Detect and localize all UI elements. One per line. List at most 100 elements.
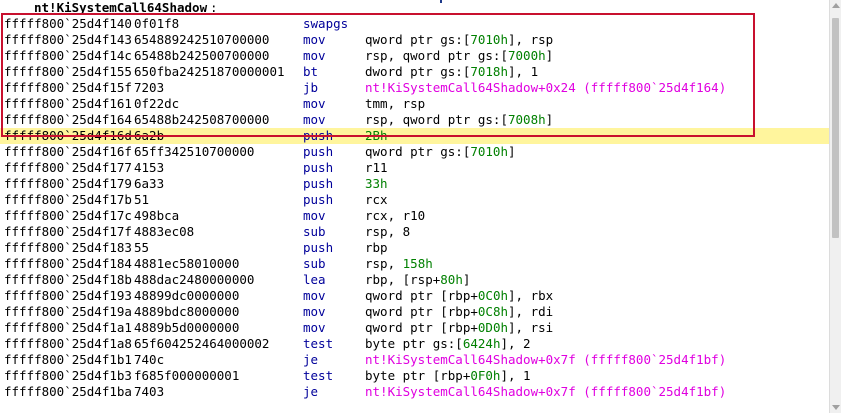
instruction-address: fffff800`25d4f18b bbox=[4, 272, 132, 287]
operand-text: ] bbox=[508, 144, 516, 159]
operand-text: qword ptr [rbp+ bbox=[365, 304, 478, 319]
instruction-operands: r11 bbox=[365, 160, 388, 176]
operand-text: rbp bbox=[365, 240, 388, 255]
instruction-line[interactable]: fffff800`25d4f193 48899dc0000000 mov qword … bbox=[0, 288, 829, 304]
instruction-line[interactable]: fffff800`25d4f15f 7203 jb nt!KiSystemCall64… bbox=[0, 80, 829, 96]
instruction-operands: nt!KiSystemCall64Shadow+0x24 (fffff800`2… bbox=[365, 80, 726, 96]
instruction-line[interactable]: fffff800`25d4f14c 65488b242500700000 mov rs… bbox=[0, 48, 829, 64]
scroll-up-arrow-icon[interactable] bbox=[832, 3, 840, 8]
instruction-line[interactable]: fffff800`25d4f164 65488b242508700000 mov rs… bbox=[0, 112, 829, 128]
instruction-line[interactable]: fffff800`25d4f155 650fba24251870000001 bt d… bbox=[0, 64, 829, 80]
instruction-address: fffff800`25d4f179 bbox=[4, 176, 132, 191]
instruction-bytes: 51 bbox=[134, 192, 150, 207]
instruction-address: fffff800`25d4f14c bbox=[4, 48, 132, 63]
instruction-mnemonic: test bbox=[303, 368, 334, 383]
operand-immediate: 6424h bbox=[462, 336, 501, 351]
operand-text: r11 bbox=[365, 160, 388, 175]
instruction-line[interactable]: fffff800`25d4f19a 4889bdc8000000 mov qword … bbox=[0, 304, 829, 320]
instruction-line[interactable]: fffff800`25d4f1b3 f685f000000001 test byte … bbox=[0, 368, 829, 384]
operand-immediate: 0F0h bbox=[470, 368, 501, 383]
instruction-bytes: 7203 bbox=[134, 80, 165, 95]
function-label-colon: : bbox=[210, 0, 218, 15]
caret-marker bbox=[440, 0, 442, 3]
instruction-bytes: 650fba24251870000001 bbox=[134, 64, 285, 79]
instruction-operands: rbp bbox=[365, 240, 388, 256]
scroll-down-arrow-icon[interactable] bbox=[832, 405, 840, 410]
instruction-line[interactable]: fffff800`25d4f183 55 push rbp bbox=[0, 240, 829, 256]
instruction-bytes: 4153 bbox=[134, 160, 165, 175]
instruction-mnemonic: mov bbox=[303, 112, 326, 127]
disassembly-lines: fffff800`25d4f140 0f01f8 swapgs fffff800`25… bbox=[0, 16, 829, 400]
instruction-operands: qword ptr [rbp+0C8h], rdi bbox=[365, 304, 553, 320]
instruction-mnemonic: push bbox=[303, 160, 334, 175]
instruction-address: fffff800`25d4f16f bbox=[4, 144, 132, 159]
instruction-mnemonic: jb bbox=[303, 80, 319, 95]
instruction-bytes: 4889bdc8000000 bbox=[134, 304, 240, 319]
instruction-address: fffff800`25d4f16d bbox=[4, 128, 132, 143]
instruction-address: fffff800`25d4f177 bbox=[4, 160, 132, 175]
instruction-mnemonic: mov bbox=[303, 208, 326, 223]
instruction-mnemonic: mov bbox=[303, 48, 326, 63]
instruction-operands: qword ptr [rbp+0D0h], rsi bbox=[365, 320, 553, 336]
instruction-address: fffff800`25d4f1ba bbox=[4, 384, 132, 399]
instruction-mnemonic: push bbox=[303, 144, 334, 159]
instruction-line[interactable]: fffff800`25d4f184 4881ec58010000 sub rsp, 1… bbox=[0, 256, 829, 272]
instruction-mnemonic: bt bbox=[303, 64, 319, 79]
instruction-line[interactable]: fffff800`25d4f18b 488dac2480000000 lea rbp,… bbox=[0, 272, 829, 288]
instruction-line[interactable]: fffff800`25d4f1ba 7403 je nt!KiSystemCall64… bbox=[0, 384, 829, 400]
instruction-bytes: 4889b5d0000000 bbox=[134, 320, 240, 335]
instruction-line[interactable]: fffff800`25d4f1a8 65f604252464000002 test b… bbox=[0, 336, 829, 352]
instruction-address: fffff800`25d4f155 bbox=[4, 64, 132, 79]
instruction-bytes: 65488b242508700000 bbox=[134, 112, 270, 127]
instruction-line[interactable]: fffff800`25d4f1a1 4889b5d0000000 mov qword … bbox=[0, 320, 829, 336]
instruction-address: fffff800`25d4f161 bbox=[4, 96, 132, 111]
instruction-address: fffff800`25d4f183 bbox=[4, 240, 132, 255]
disassembly-view[interactable]: nt!KiSystemCall64Shadow : fffff800`25d4f… bbox=[0, 0, 829, 413]
instruction-bytes: 4883ec08 bbox=[134, 224, 195, 239]
instruction-line[interactable]: fffff800`25d4f17b 51 push rcx bbox=[0, 192, 829, 208]
instruction-line[interactable]: fffff800`25d4f17c 498bca mov rcx, r10 bbox=[0, 208, 829, 224]
instruction-mnemonic: swapgs bbox=[303, 16, 349, 31]
scroll-thumb[interactable] bbox=[832, 18, 839, 238]
instruction-mnemonic: je bbox=[303, 352, 319, 367]
instruction-operands: 33h bbox=[365, 176, 388, 192]
instruction-mnemonic: sub bbox=[303, 224, 326, 239]
instruction-line[interactable]: fffff800`25d4f17f 4883ec08 sub rsp, 8 bbox=[0, 224, 829, 240]
operand-text: qword ptr [rbp+ bbox=[365, 288, 478, 303]
instruction-operands: qword ptr [rbp+0C0h], rbx bbox=[365, 288, 553, 304]
operand-immediate: 158h bbox=[402, 256, 433, 271]
instruction-address: fffff800`25d4f15f bbox=[4, 80, 132, 95]
instruction-line[interactable]: fffff800`25d4f177 4153 push r11 bbox=[0, 160, 829, 176]
operand-text: ] bbox=[462, 272, 471, 287]
operand-text: ] bbox=[545, 48, 554, 63]
operand-text: qword ptr gs:[ bbox=[365, 144, 471, 159]
operand-immediate: 0D0h bbox=[477, 320, 508, 335]
instruction-line[interactable]: fffff800`25d4f179 6a33 push 33h bbox=[0, 176, 829, 192]
operand-symbol-link[interactable]: nt!KiSystemCall64Shadow+0x7f (fffff800`2… bbox=[365, 384, 726, 399]
operand-text: ], rdi bbox=[508, 304, 554, 319]
instruction-operands: rcx bbox=[365, 192, 388, 208]
instruction-address: fffff800`25d4f1b1 bbox=[4, 352, 132, 367]
instruction-address: fffff800`25d4f17b bbox=[4, 192, 132, 207]
operand-immediate: 33h bbox=[365, 176, 388, 191]
operand-text: rsp, bbox=[365, 256, 403, 271]
instruction-mnemonic: push bbox=[303, 240, 334, 255]
instruction-mnemonic: push bbox=[303, 128, 334, 143]
operand-text: qword ptr [rbp+ bbox=[365, 320, 478, 335]
operand-text: qword ptr gs:[ bbox=[365, 32, 471, 47]
operand-text: tmm, rsp bbox=[365, 96, 426, 111]
operand-immediate: 7008h bbox=[508, 112, 546, 127]
operand-text: byte ptr gs:[ bbox=[365, 336, 463, 351]
operand-symbol-link[interactable]: nt!KiSystemCall64Shadow+0x24 (fffff800`2… bbox=[365, 80, 726, 95]
instruction-line[interactable]: fffff800`25d4f140 0f01f8 swapgs bbox=[0, 16, 829, 32]
instruction-line[interactable]: fffff800`25d4f16f 65ff342510700000 push qwo… bbox=[0, 144, 829, 160]
instruction-line[interactable]: fffff800`25d4f1b1 740c je nt!KiSystemCall64… bbox=[0, 352, 829, 368]
instruction-line[interactable]: fffff800`25d4f161 0f22dc mov tmm, rsp bbox=[0, 96, 829, 112]
operand-symbol-link[interactable]: nt!KiSystemCall64Shadow+0x7f (fffff800`2… bbox=[365, 352, 726, 367]
instruction-line[interactable]: fffff800`25d4f143 654889242510700000 mov qw… bbox=[0, 32, 829, 48]
vertical-scrollbar[interactable] bbox=[829, 0, 841, 413]
instruction-address: fffff800`25d4f1a8 bbox=[4, 336, 132, 351]
instruction-operands: nt!KiSystemCall64Shadow+0x7f (fffff800`2… bbox=[365, 384, 726, 400]
instruction-operands: byte ptr gs:[6424h], 2 bbox=[365, 336, 531, 352]
current-instruction-line[interactable]: fffff800`25d4f16d 6a2b push 2Bh bbox=[0, 128, 829, 144]
